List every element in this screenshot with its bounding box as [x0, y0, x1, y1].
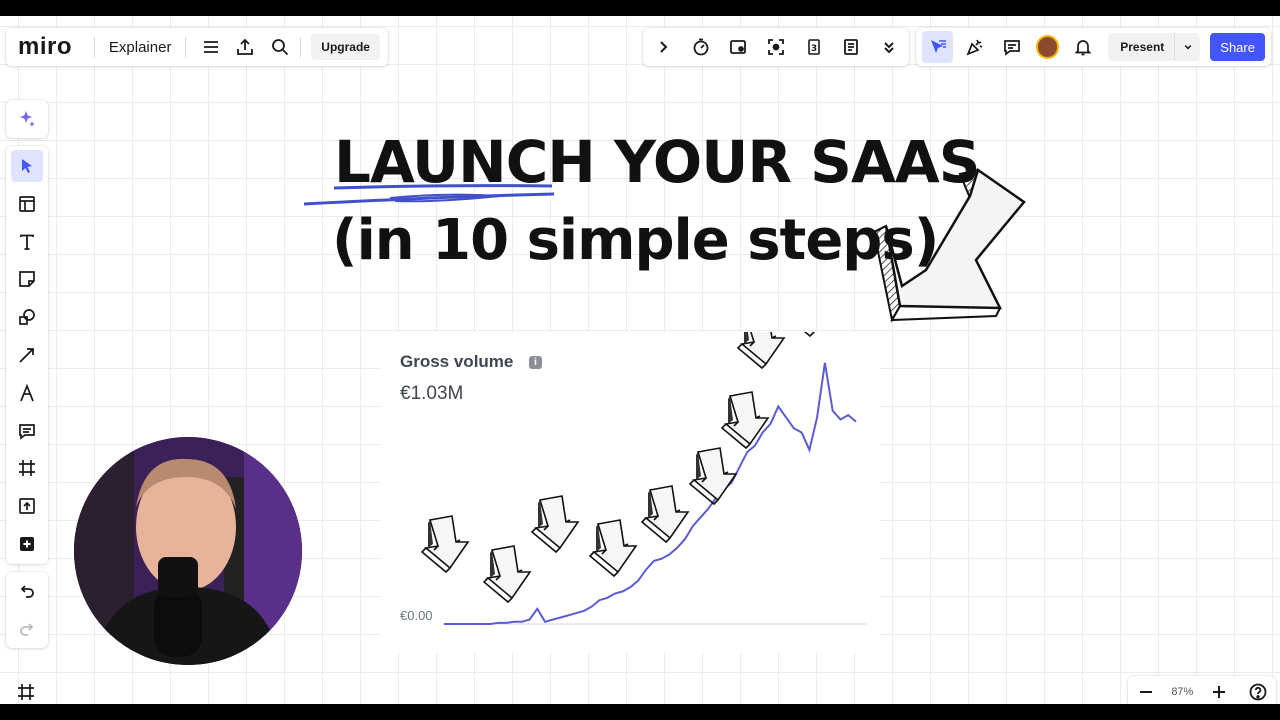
more-apps-icon[interactable] — [11, 528, 43, 560]
sketch-arrow-9[interactable] — [785, 332, 833, 337]
sketch-arrows-layer — [421, 332, 833, 603]
pen-icon[interactable] — [11, 377, 43, 409]
frame-icon[interactable] — [11, 452, 43, 484]
timer-icon[interactable] — [685, 31, 717, 63]
y-tick-label-zero: €0.00 — [400, 608, 433, 623]
sketch-arrow-1[interactable] — [421, 515, 469, 573]
help-icon[interactable] — [1244, 678, 1272, 706]
sparkle-icon[interactable] — [11, 103, 43, 135]
creation-toolbar — [6, 146, 48, 564]
upload-icon[interactable] — [11, 490, 43, 522]
search-icon[interactable] — [266, 31, 295, 63]
celebrate-icon[interactable] — [959, 31, 990, 63]
chevron-double-down-icon[interactable] — [873, 31, 905, 63]
text-icon[interactable] — [11, 226, 43, 258]
cursor-filter-icon[interactable] — [922, 31, 954, 63]
connection-line-icon[interactable] — [11, 339, 43, 371]
share-button[interactable]: Share — [1210, 33, 1265, 61]
frames-list-icon[interactable] — [12, 678, 40, 706]
divider — [94, 37, 95, 57]
focus-icon[interactable] — [760, 31, 792, 63]
redo-icon[interactable] — [11, 613, 43, 645]
gross-volume-chart-card[interactable]: Gross volume i €1.03M €0.00 — [380, 332, 880, 652]
bottom-letterbox — [0, 704, 1280, 720]
sketch-arrow-7[interactable] — [721, 391, 769, 449]
sketch-arrow-8[interactable] — [737, 332, 785, 369]
miro-logo[interactable]: miro — [18, 33, 72, 61]
voting-icon[interactable]: 3 — [798, 31, 830, 63]
undo-icon[interactable] — [11, 575, 43, 607]
divider — [300, 37, 302, 57]
sketch-arrow-4[interactable] — [589, 519, 637, 577]
bell-icon[interactable] — [1067, 31, 1098, 63]
user-avatar[interactable] — [1035, 35, 1060, 59]
collaboration-tools-panel: 3 — [643, 28, 909, 66]
sticky-note-icon[interactable] — [11, 263, 43, 295]
zoom-in-icon[interactable] — [1205, 678, 1233, 706]
presenter-webcam[interactable] — [74, 437, 302, 665]
board-header-panel: miro Explainer Upgrade — [6, 28, 388, 66]
board-name[interactable]: Explainer — [109, 39, 172, 56]
chevron-down-icon[interactable] — [1174, 33, 1200, 61]
screen-share-icon[interactable] — [722, 31, 754, 63]
ai-assist-panel — [6, 100, 48, 138]
zoom-out-icon[interactable] — [1132, 678, 1160, 706]
export-icon[interactable] — [231, 31, 260, 63]
select-cursor-icon[interactable] — [11, 150, 43, 182]
present-button[interactable]: Present — [1108, 33, 1201, 61]
main-menu-icon[interactable] — [196, 31, 225, 63]
big-arrow-drawing[interactable] — [866, 166, 1036, 326]
notes-icon[interactable] — [835, 31, 867, 63]
board-title-line-2[interactable]: (in 10 simple steps) — [332, 208, 939, 273]
comment-icon[interactable] — [996, 31, 1027, 63]
chevron-right-icon[interactable] — [647, 31, 679, 63]
collaboration-panel: Present Share — [916, 28, 1271, 66]
present-label: Present — [1120, 40, 1165, 54]
sketch-arrow-2[interactable] — [483, 545, 531, 603]
zoom-level[interactable]: 87% — [1171, 686, 1193, 698]
templates-icon[interactable] — [11, 188, 43, 220]
upgrade-button[interactable]: Upgrade — [311, 34, 380, 60]
sketch-arrow-5[interactable] — [641, 485, 689, 543]
top-letterbox — [0, 0, 1280, 16]
presenter-video-frame — [74, 437, 302, 665]
sketch-arrow-6[interactable] — [689, 447, 737, 505]
svg-text:3: 3 — [810, 44, 816, 54]
divider — [185, 37, 187, 57]
comment-tool-icon[interactable] — [11, 415, 43, 447]
shapes-icon[interactable] — [11, 301, 43, 333]
undo-redo-panel — [6, 572, 48, 648]
sketch-arrow-3[interactable] — [531, 495, 579, 553]
gross-volume-chart: €0.00 — [400, 332, 866, 625]
